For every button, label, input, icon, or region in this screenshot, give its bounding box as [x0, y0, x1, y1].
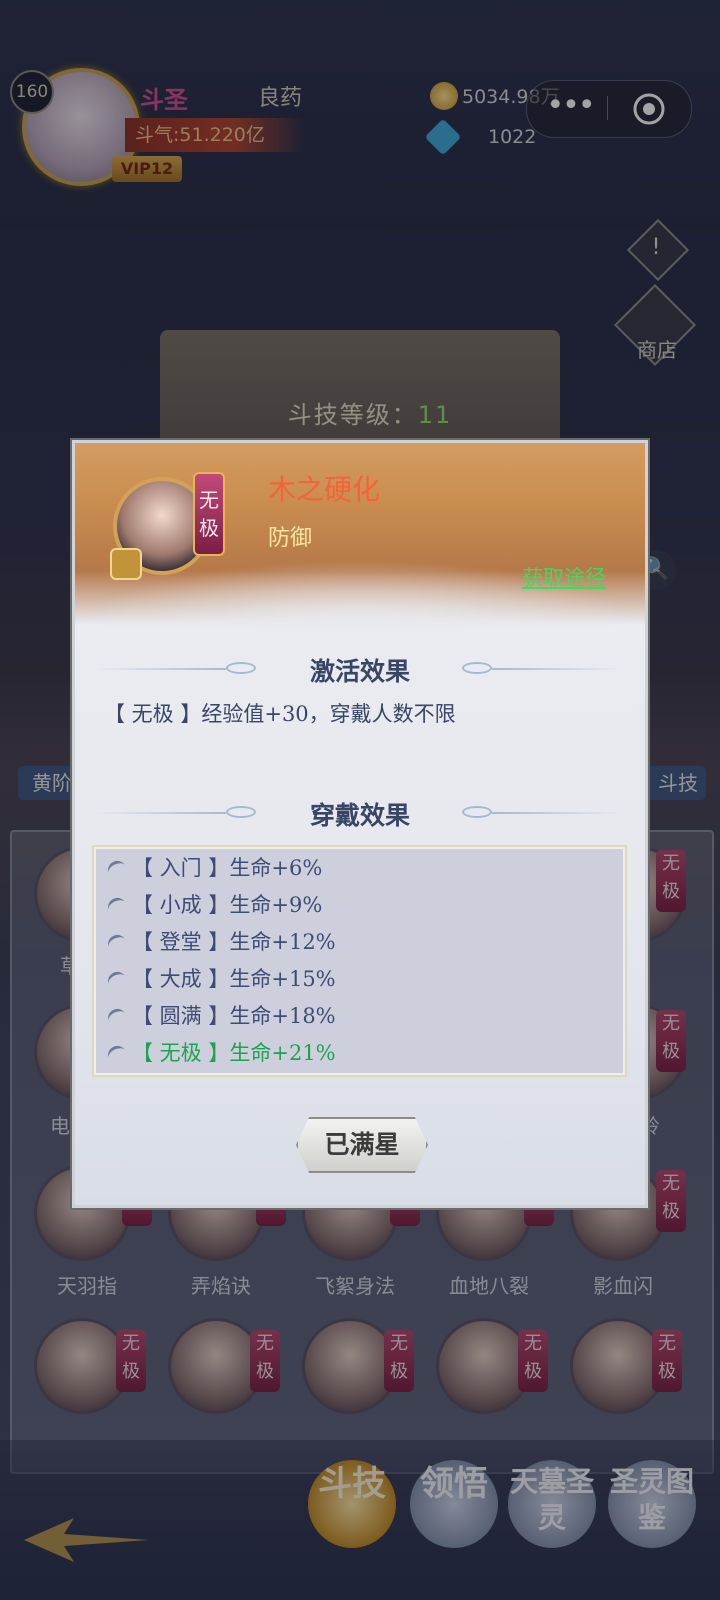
swirl-decoration [462, 662, 492, 674]
skill-name: 木之硬化 [268, 473, 381, 506]
acquire-source-link[interactable]: 获取途径 [518, 562, 610, 594]
wear-effect-row: 【 大成 】生命+15% [100, 962, 600, 996]
divider-right [492, 668, 622, 670]
swirl-decoration [462, 806, 492, 818]
wear-effect-row: 【 圆满 】生命+18% [100, 999, 600, 1033]
swirl-icon [105, 894, 129, 919]
swirl-icon [105, 931, 129, 956]
activate-effect-text: 【 无极 】经验值+30，穿戴人数不限 [104, 702, 456, 726]
swirl-icon [105, 857, 129, 882]
max-star-button[interactable]: 已满星 [296, 1117, 428, 1173]
divider-right [492, 812, 622, 814]
wear-effect-title: 穿戴效果 [309, 801, 410, 830]
swirl-icon [105, 1005, 129, 1030]
swirl-icon [105, 1042, 129, 1067]
activate-effect-title: 激活效果 [309, 657, 410, 686]
swirl-icon [105, 968, 129, 993]
skill-type: 防御 [268, 526, 313, 551]
hero-rank-tag: 无极 [193, 472, 225, 556]
wear-effect-row: 【 小成 】生命+9% [100, 888, 600, 922]
wear-effect-row: 【 登堂 】生命+12% [100, 925, 600, 959]
wear-effect-row-active: 【 无极 】生命+21% [100, 1036, 600, 1070]
wear-effect-row: 【 入门 】生命+6% [100, 851, 600, 885]
shield-icon [110, 548, 142, 580]
